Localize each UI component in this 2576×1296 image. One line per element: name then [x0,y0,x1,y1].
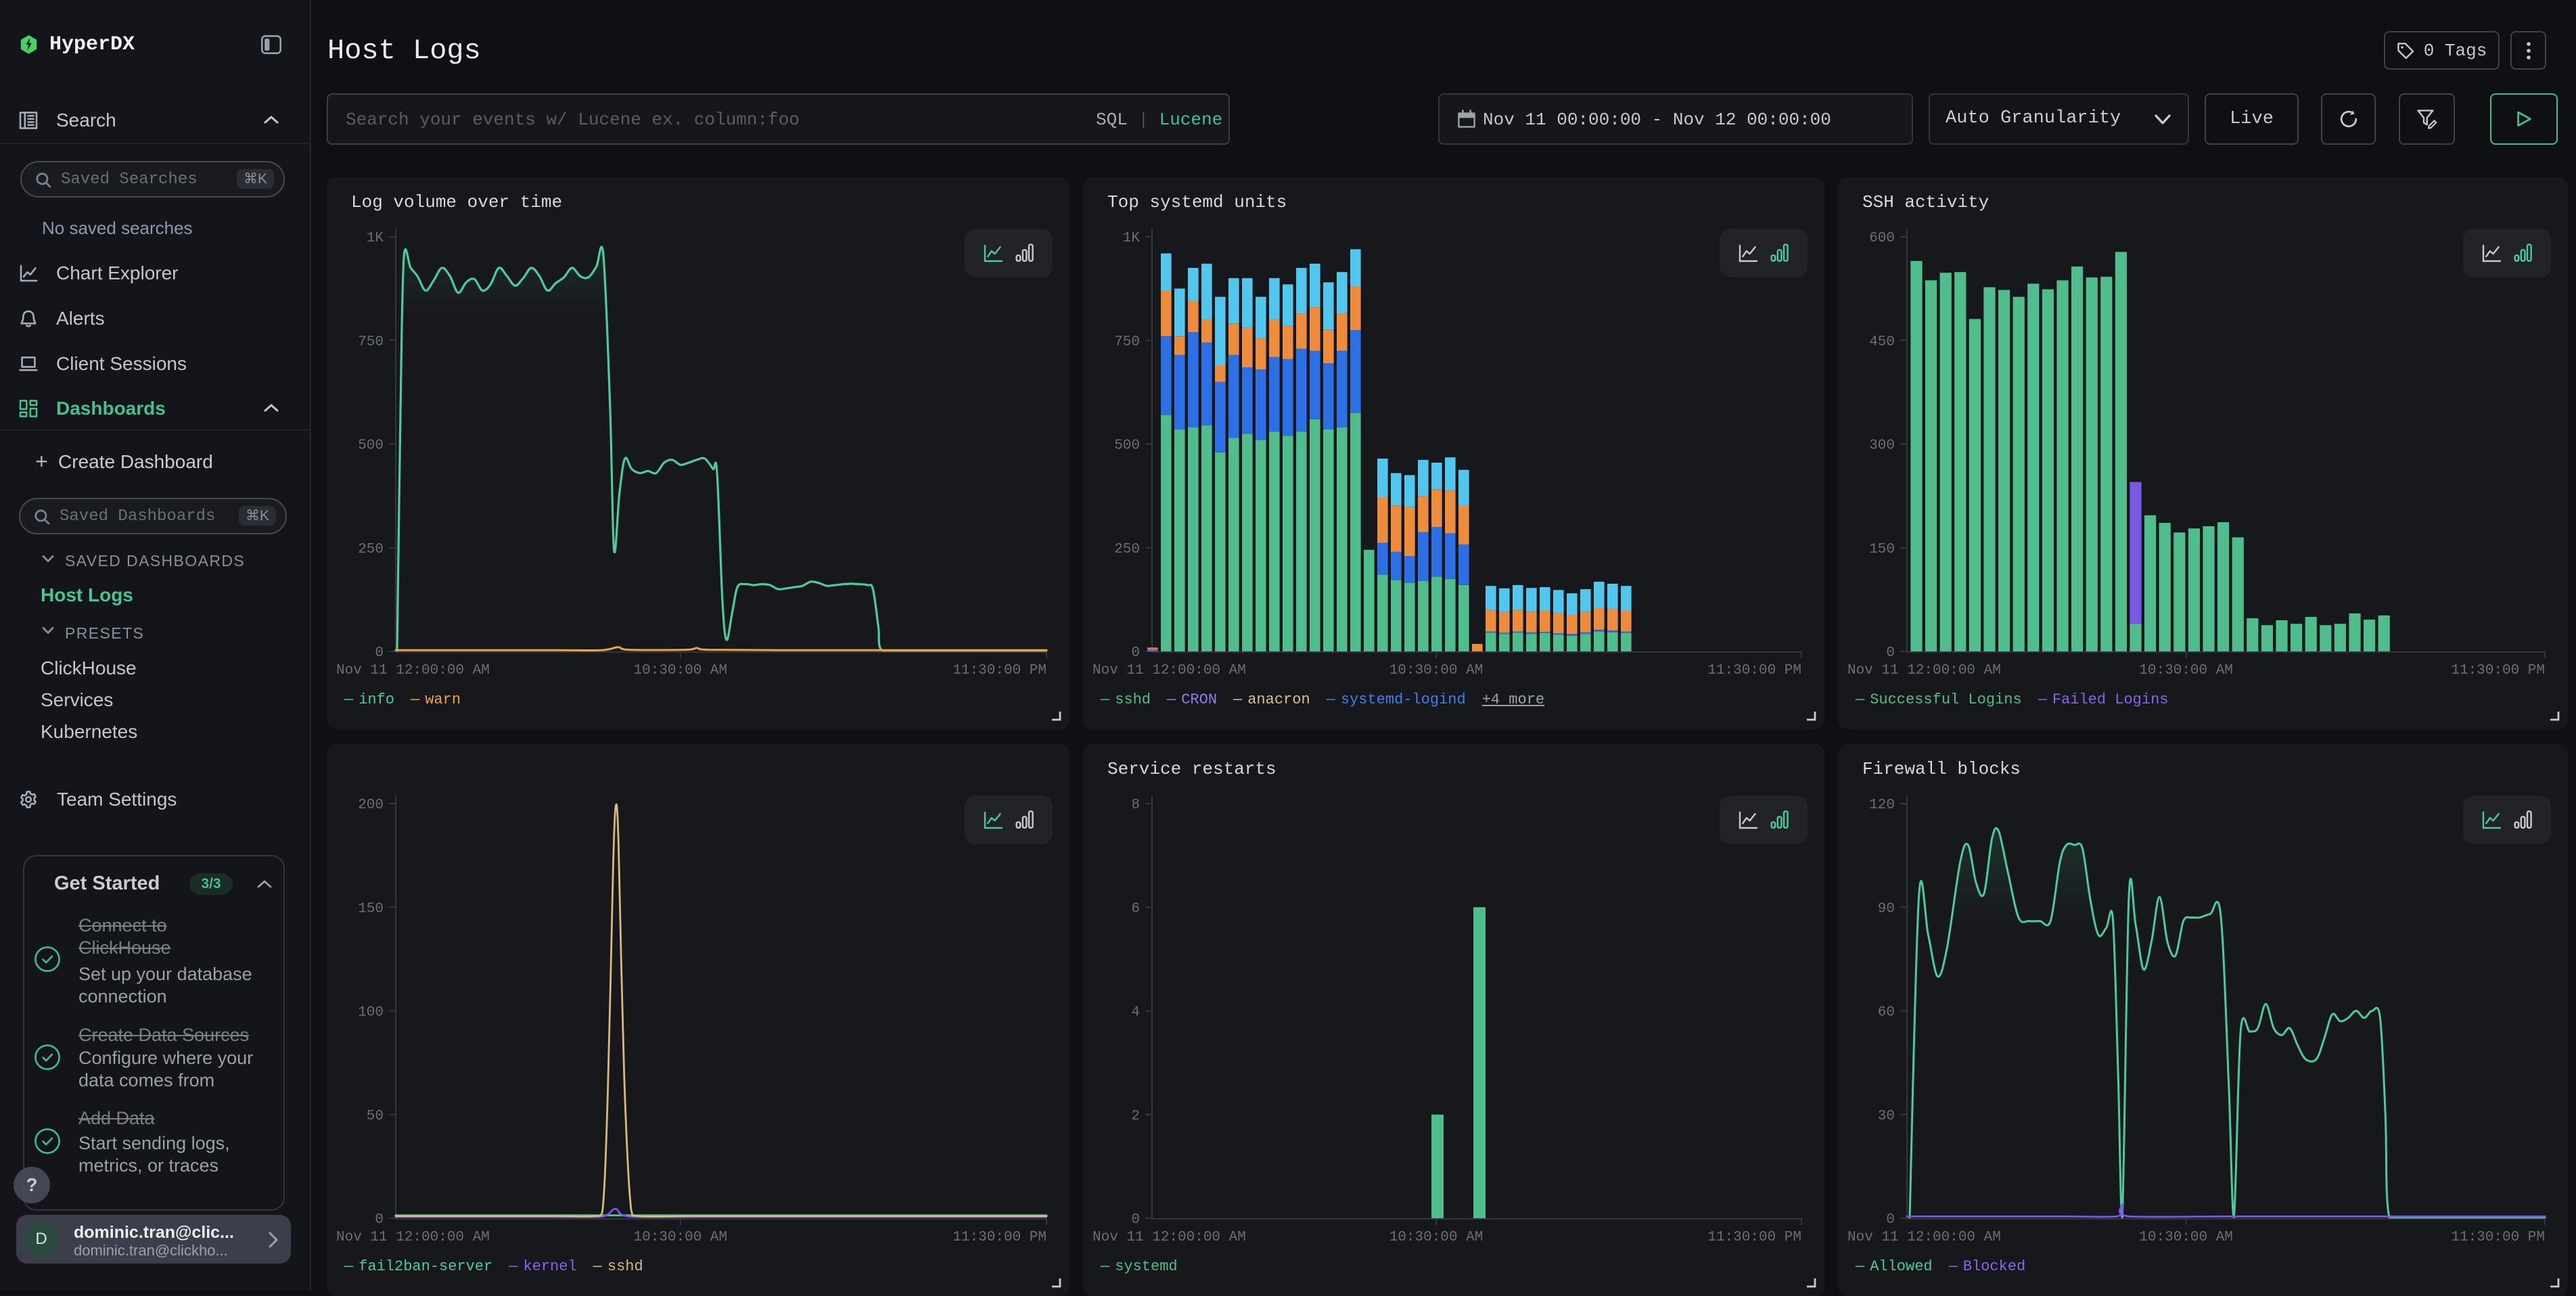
svg-text:6: 6 [1131,901,1140,917]
svg-text:750: 750 [358,334,384,350]
svg-text:11:30:00 PM: 11:30:00 PM [952,663,1046,678]
svg-text:11:30:00 PM: 11:30:00 PM [1707,1230,1801,1245]
svg-text:Nov 11 12:00:00 AM: Nov 11 12:00:00 AM [1092,1230,1246,1245]
svg-text:Nov 11 12:00:00 AM: Nov 11 12:00:00 AM [336,1230,490,1245]
svg-text:1K: 1K [367,231,384,246]
svg-text:150: 150 [1869,542,1895,557]
svg-text:60: 60 [1878,1005,1895,1021]
svg-text:30: 30 [1878,1109,1895,1124]
svg-text:450: 450 [1869,334,1895,350]
svg-text:11:30:00 PM: 11:30:00 PM [2451,1230,2545,1245]
svg-text:11:30:00 PM: 11:30:00 PM [2451,663,2545,678]
svg-text:11:30:00 PM: 11:30:00 PM [952,1230,1046,1245]
svg-text:200: 200 [358,797,384,813]
svg-text:0: 0 [1131,1212,1140,1228]
svg-text:11:30:00 PM: 11:30:00 PM [1707,663,1801,678]
svg-text:120: 120 [1869,797,1895,813]
svg-text:10:30:00 AM: 10:30:00 AM [1389,1230,1484,1245]
svg-text:10:30:00 AM: 10:30:00 AM [633,663,727,678]
svg-text:Nov 11 12:00:00 AM: Nov 11 12:00:00 AM [1847,663,2001,678]
svg-text:10:30:00 AM: 10:30:00 AM [2139,663,2233,678]
svg-text:Nov 11 12:00:00 AM: Nov 11 12:00:00 AM [336,663,490,678]
svg-text:500: 500 [1114,438,1140,454]
svg-text:250: 250 [358,542,384,557]
svg-text:0: 0 [1886,645,1895,661]
svg-text:300: 300 [1869,438,1895,454]
svg-text:Nov 11 12:00:00 AM: Nov 11 12:00:00 AM [1092,663,1246,678]
svg-text:4: 4 [1131,1005,1140,1021]
svg-text:0: 0 [375,1212,384,1228]
svg-text:50: 50 [367,1109,384,1124]
svg-text:10:30:00 AM: 10:30:00 AM [633,1230,727,1245]
svg-text:90: 90 [1878,901,1895,917]
svg-text:Nov 11 12:00:00 AM: Nov 11 12:00:00 AM [1847,1230,2001,1245]
svg-text:150: 150 [358,901,384,917]
svg-text:1K: 1K [1123,231,1141,246]
svg-text:2: 2 [1131,1109,1140,1124]
svg-text:250: 250 [1114,542,1140,557]
svg-text:0: 0 [1131,645,1140,661]
svg-text:10:30:00 AM: 10:30:00 AM [2139,1230,2233,1245]
svg-text:0: 0 [1886,1212,1895,1228]
svg-text:100: 100 [358,1005,384,1021]
svg-text:500: 500 [358,438,384,454]
svg-text:600: 600 [1869,231,1895,246]
svg-text:750: 750 [1114,334,1140,350]
svg-text:0: 0 [375,645,384,661]
svg-text:8: 8 [1131,797,1140,813]
svg-text:10:30:00 AM: 10:30:00 AM [1389,663,1484,678]
